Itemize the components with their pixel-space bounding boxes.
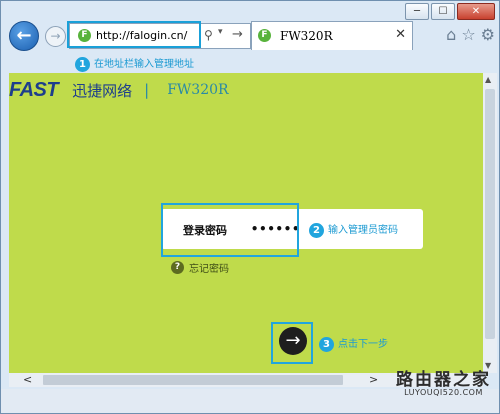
- router-login-page: FAST 迅捷网络 | FW320R 登录密码 2输入管理员密码 ? 忘记密码 …: [9, 73, 483, 373]
- forgot-password-text[interactable]: 忘记密码: [189, 260, 229, 275]
- vertical-scrollbar[interactable]: ▲ ▼: [483, 73, 497, 373]
- step-number-badge: 1: [75, 57, 90, 72]
- navigation-bar: ← → F http://falogin.cn/ ⚲ ▾ → F FW320R …: [1, 21, 499, 51]
- callout-step-2: 2 输入管理员密码: [309, 221, 398, 238]
- star-icon[interactable]: ☆: [461, 25, 475, 44]
- tab-favicon-icon: F: [258, 29, 271, 42]
- callout-text: 点击下一步: [338, 339, 388, 350]
- scroll-down-icon[interactable]: ▼: [485, 361, 491, 370]
- tab-close-icon[interactable]: ✕: [395, 27, 406, 42]
- vertical-scroll-thumb[interactable]: [485, 89, 495, 339]
- tab-fw320r[interactable]: F FW320R ✕: [251, 21, 413, 50]
- close-window-button[interactable]: ✕: [457, 3, 495, 20]
- callout-step-1: 1 在地址栏输入管理地址: [75, 55, 194, 72]
- go-arrow-icon[interactable]: →: [232, 27, 243, 42]
- maximize-button[interactable]: ☐: [431, 3, 455, 20]
- browser-window: ─ ☐ ✕ ← → F http://falogin.cn/ ⚲ ▾ → F F…: [0, 0, 500, 414]
- horizontal-scroll-thumb[interactable]: [43, 375, 343, 385]
- brand-separator: |: [144, 81, 150, 99]
- back-arrow-icon[interactable]: ←: [9, 21, 39, 51]
- search-icon[interactable]: ⚲: [204, 28, 213, 42]
- callout-step-3: 3 点击下一步: [319, 335, 388, 352]
- callout-text: 在地址栏输入管理地址: [94, 59, 194, 70]
- password-highlight-box: [161, 203, 299, 257]
- watermark-url: LUYOUQI520.COM: [404, 388, 483, 397]
- callout-text: 输入管理员密码: [328, 225, 398, 236]
- brand-logo: FAST: [9, 78, 59, 101]
- brand-slogan: 迅捷网络: [72, 81, 133, 100]
- chevron-down-icon[interactable]: ▾: [218, 27, 223, 37]
- scroll-up-icon[interactable]: ▲: [485, 75, 491, 84]
- brand-header: FAST 迅捷网络 | FW320R: [9, 79, 229, 101]
- step-number-badge: 2: [309, 223, 324, 238]
- forward-arrow-icon[interactable]: →: [45, 26, 66, 47]
- scroll-right-icon[interactable]: >: [369, 373, 378, 387]
- step-number-badge: 3: [319, 337, 334, 352]
- address-highlight-box: [67, 21, 201, 48]
- scroll-left-icon[interactable]: <: [23, 373, 32, 387]
- model-name: FW320R: [167, 82, 229, 98]
- home-icon[interactable]: ⌂: [446, 25, 456, 44]
- watermark: 路由器之家 LUYOUQI520.COM: [396, 372, 491, 397]
- tab-title: FW320R: [280, 29, 333, 43]
- forgot-password-link[interactable]: ? 忘记密码: [171, 260, 229, 275]
- window-controls: ─ ☐ ✕: [405, 3, 495, 20]
- watermark-title: 路由器之家: [396, 370, 491, 390]
- minimize-button[interactable]: ─: [405, 3, 429, 20]
- next-button[interactable]: →: [279, 327, 307, 355]
- help-icon: ?: [171, 261, 184, 274]
- browser-tools: ⌂ ☆ ⚙: [446, 25, 495, 44]
- gear-icon[interactable]: ⚙: [481, 25, 495, 44]
